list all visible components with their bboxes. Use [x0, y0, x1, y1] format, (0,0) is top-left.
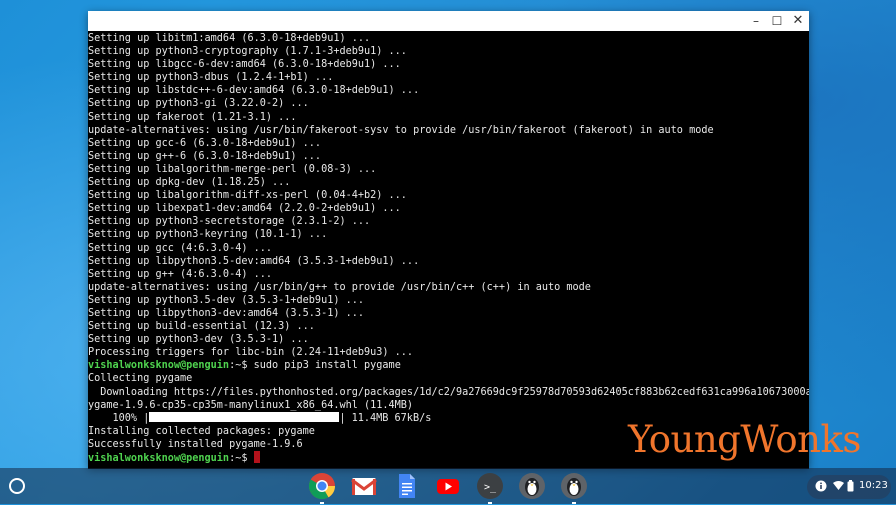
chrome-icon — [308, 473, 336, 500]
progress-percent: 100% | — [88, 412, 150, 424]
battery-icon — [847, 480, 854, 492]
launcher-button[interactable] — [8, 477, 26, 495]
downloading-line: Downloading https://files.pythonhosted.o… — [88, 386, 809, 398]
clock: 10:23 — [859, 480, 888, 491]
terminal-icon: >_ — [477, 473, 503, 499]
penguin-app[interactable] — [559, 471, 589, 504]
log-line: Setting up python3-dev (3.5.3-1) ... — [88, 334, 309, 346]
prompt-suffix: :~$ — [229, 360, 254, 372]
terminal-app[interactable]: >_ — [475, 471, 505, 504]
shell-prompt: vishalwonksknow@penguin — [88, 453, 230, 464]
log-line: Setting up python3.5-dev (3.5.3-1+deb9u1… — [88, 294, 365, 306]
launcher-icon — [9, 478, 25, 494]
log-line: Setting up libgcc-6-dev:amd64 (6.3.0-18+… — [88, 59, 401, 71]
log-line: Setting up python3-secretstorage (2.3.1-… — [88, 216, 371, 228]
maximize-button[interactable]: ☐ — [768, 13, 786, 29]
docs-icon — [399, 474, 415, 498]
penguin-app[interactable] — [517, 471, 547, 501]
youngwonks-watermark: YoungWonks — [628, 418, 861, 461]
shell-prompt: vishalwonksknow@penguin — [88, 360, 230, 372]
log-line: Setting up libalgorithm-merge-perl (0.08… — [88, 163, 377, 175]
chrome-app[interactable] — [307, 471, 337, 504]
prompt-suffix: :~$ — [229, 453, 254, 464]
log-line: update-alternatives: using /usr/bin/g++ … — [88, 281, 591, 293]
log-line: Setting up gcc-6 (6.3.0-18+deb9u1) ... — [88, 137, 322, 149]
progress-bar — [149, 411, 340, 422]
command-text: sudo pip3 install pygame — [253, 360, 401, 372]
terminal-window[interactable]: – ☐ ✕ Setting up libitm1:amd64 (6.3.0-18… — [88, 11, 809, 469]
text-cursor — [253, 451, 260, 463]
terminal-glyph: >_ — [484, 482, 497, 493]
log-line: Setting up g++-6 (6.3.0-18+deb9u1) ... — [88, 150, 322, 162]
log-line: Processing triggers for libc-bin (2.24-1… — [88, 347, 414, 359]
log-line: Setting up python3-cryptography (1.7.1-3… — [88, 46, 407, 58]
window-titlebar[interactable]: – ☐ ✕ — [88, 11, 809, 31]
penguin-icon — [561, 473, 587, 499]
log-line: Setting up python3-gi (3.22.0-2) ... — [88, 98, 309, 110]
penguin-icon — [519, 473, 545, 499]
log-line: Setting up python3-keyring (10.1-1) ... — [88, 229, 328, 241]
progress-stats: | 11.4MB 67kB/s — [339, 412, 432, 424]
collecting-line: Collecting pygame — [88, 373, 193, 385]
close-button[interactable]: ✕ — [789, 13, 807, 29]
gmail-icon — [351, 478, 377, 495]
youtube-icon — [437, 479, 459, 494]
log-line: Setting up g++ (4:6.3.0-4) ... — [88, 268, 273, 280]
log-line: Setting up libpython3.5-dev:amd64 (3.5.3… — [88, 255, 420, 267]
log-line: Setting up libexpat1-dev:amd64 (2.2.0-2+… — [88, 203, 401, 215]
terminal-log: Setting up libitm1:amd64 (6.3.0-18+deb9u… — [88, 32, 809, 359]
wifi-icon — [833, 481, 844, 490]
docs-app[interactable] — [391, 471, 421, 501]
log-line: Setting up gcc (4:6.3.0-4) ... — [88, 242, 273, 254]
log-line: Setting up build-essential (12.3) ... — [88, 321, 315, 333]
log-line: Setting up fakeroot (1.21-3.1) ... — [88, 111, 297, 123]
chromeos-shelf: >_ 10:23 — [0, 468, 896, 504]
youtube-app[interactable] — [433, 471, 463, 501]
minimize-button[interactable]: – — [747, 13, 765, 29]
log-line: update-alternatives: using /usr/bin/fake… — [88, 124, 714, 136]
notification-icon — [815, 480, 827, 492]
log-line: Setting up libalgorithm-diff-xs-perl (0.… — [88, 190, 407, 202]
command-line: vishalwonksknow@penguin:~$ sudo pip3 ins… — [88, 359, 809, 372]
log-line: Setting up dpkg-dev (1.18.25) ... — [88, 177, 291, 189]
status-tray[interactable]: 10:23 — [807, 475, 891, 499]
gmail-app[interactable] — [349, 471, 379, 501]
downloading-line-wrap: ygame-1.9.6-cp35-cp35m-manylinux1_x86_64… — [88, 399, 414, 411]
log-line: Setting up python3-dbus (1.2.4-1+b1) ... — [88, 72, 334, 84]
log-line: Setting up libpython3-dev:amd64 (3.5.3-1… — [88, 307, 365, 319]
terminal-output[interactable]: Setting up libitm1:amd64 (6.3.0-18+deb9u… — [88, 31, 809, 469]
log-line: Setting up libitm1:amd64 (6.3.0-18+deb9u… — [88, 33, 371, 44]
log-line: Setting up libstdc++-6-dev:amd64 (6.3.0-… — [88, 85, 420, 97]
